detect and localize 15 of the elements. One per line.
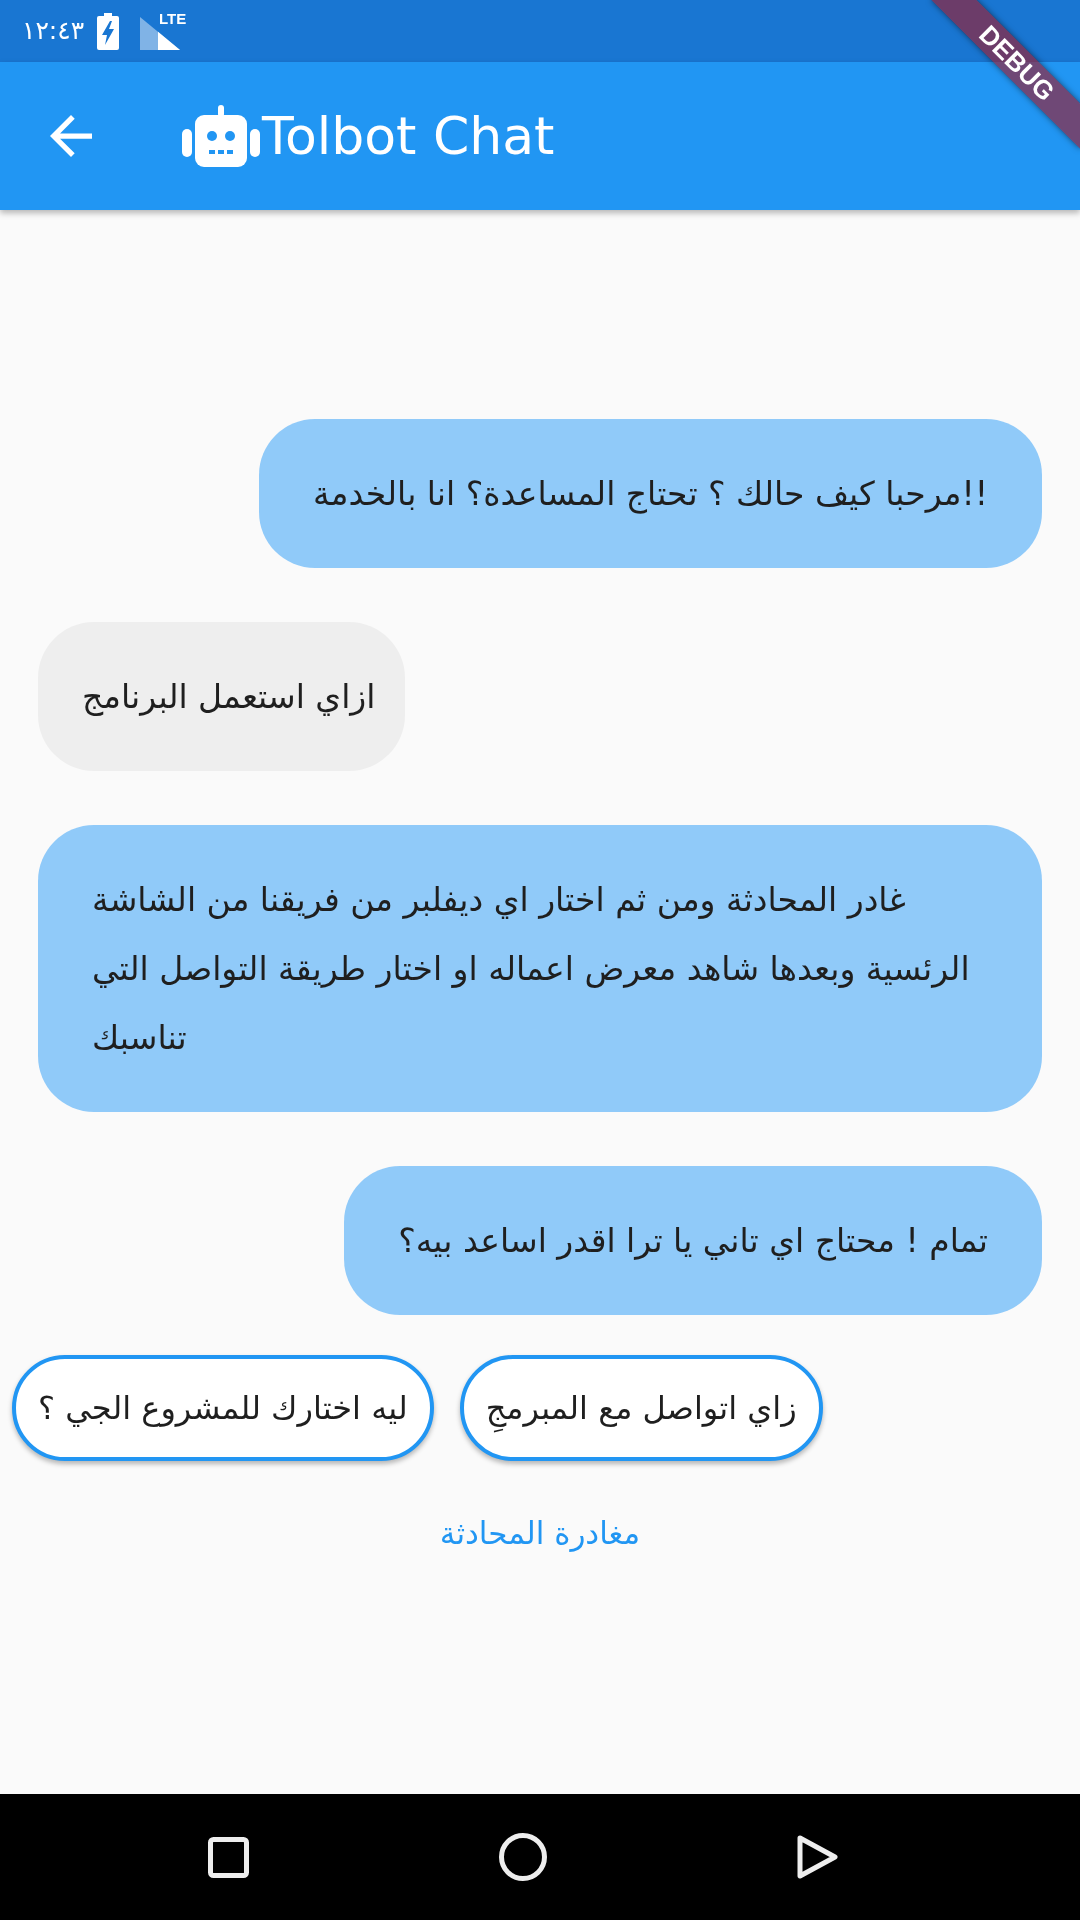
circle-icon[interactable] [499, 1833, 547, 1881]
triangle-icon[interactable] [797, 1835, 838, 1879]
message-bubble: مرحبا كيف حالك ؟ تحتاج المساعدة؟ انا بالخدمة!! [259, 419, 1042, 568]
back-arrow-icon[interactable] [50, 115, 92, 157]
network-type-label: LTE [158, 10, 187, 27]
message-bubble: ازاي استعمل البرنامج [38, 622, 406, 771]
robot-icon [182, 105, 260, 167]
square-icon[interactable] [208, 1836, 249, 1878]
battery-charging-icon [97, 12, 120, 50]
status-time: ١٢:٤٣ [22, 16, 85, 46]
app-title: Tolbot Chat [262, 106, 555, 166]
suggestion-chip[interactable]: ليه اختارك للمشروع الجي ؟ [12, 1355, 434, 1461]
message-bubble: غادر المحادثة ومن ثم اختار اي ديفلبر من فريقنا من الشاشة الرئسية وبعدها شاهد معرض اعماله او اختار طريقة التواصل التي تناسبك [38, 825, 1042, 1112]
suggestion-chip[interactable]: زاي اتواصل مع المبرمجِ [459, 1355, 823, 1461]
message-bubble: تمام ! محتاج اي تاني يا ترا اقدر اساعد بيه؟ [344, 1166, 1042, 1315]
